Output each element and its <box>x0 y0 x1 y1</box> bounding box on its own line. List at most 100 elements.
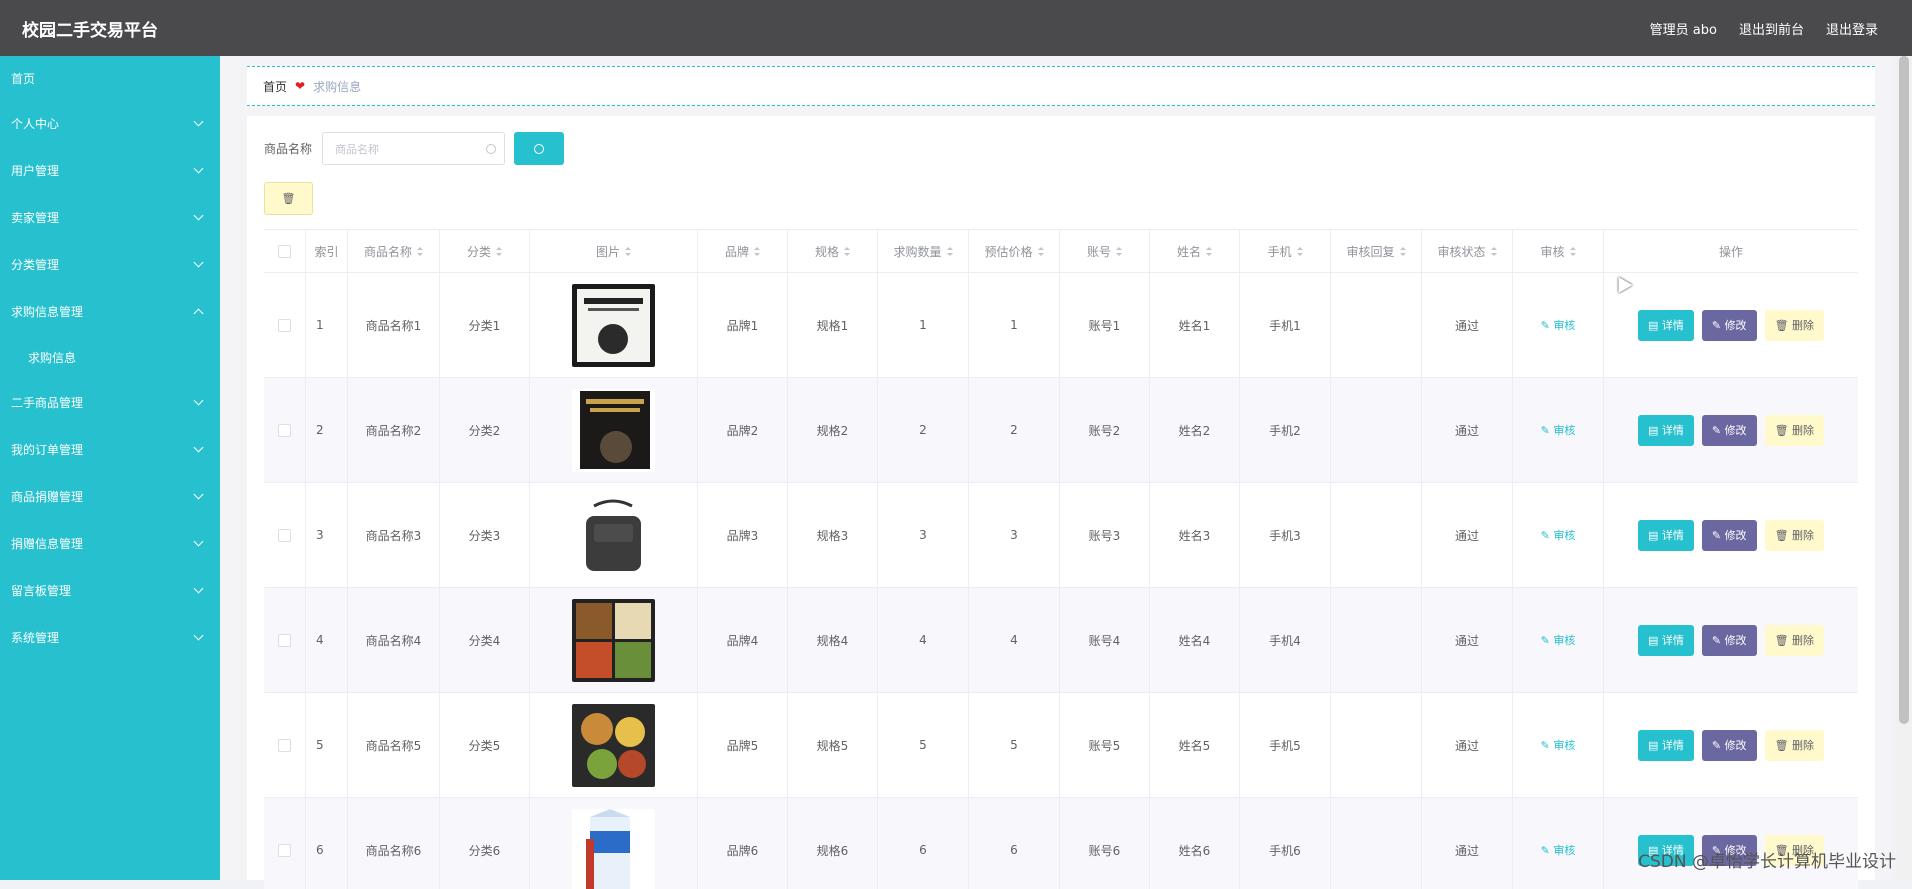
column-header[interactable]: 商品名称 <box>348 230 440 272</box>
column-header[interactable]: 分类 <box>440 230 530 272</box>
cell-phone: 手机3 <box>1240 483 1331 587</box>
delete-button[interactable]: 🗑 删除 <box>1765 625 1824 656</box>
cell-brand: 品牌1 <box>698 273 788 377</box>
sidebar-item-home[interactable]: 首页 <box>0 56 220 100</box>
delete-button[interactable]: 🗑 删除 <box>1765 730 1824 761</box>
sidebar-item-purchase-request-management[interactable]: 求购信息管理 <box>0 288 220 335</box>
cell-reply <box>1331 588 1422 692</box>
cell-status: 通过 <box>1422 378 1513 482</box>
cell-index: 1 <box>306 273 348 377</box>
cell-price: 5 <box>969 693 1060 797</box>
cell-username: 姓名1 <box>1150 273 1240 377</box>
sidebar-item-label: 我的订单管理 <box>11 441 83 458</box>
sidebar-item-personal-center[interactable]: 个人中心 <box>0 100 220 147</box>
column-header[interactable]: 审核状态 <box>1422 230 1513 272</box>
sidebar-item-message-board[interactable]: 留言板管理 <box>0 567 220 614</box>
column-header[interactable]: 账号 <box>1060 230 1150 272</box>
chevron-down-icon <box>194 396 204 406</box>
sidebar-subitem-purchase-request[interactable]: 求购信息 <box>0 335 220 379</box>
column-header[interactable]: 规格 <box>788 230 878 272</box>
product-image[interactable] <box>530 798 698 889</box>
cell-spec: 规格6 <box>788 798 878 889</box>
admin-label: 管理员 abo <box>1650 19 1717 38</box>
row-checkbox[interactable] <box>264 693 306 797</box>
column-header[interactable]: 审核 <box>1513 230 1604 272</box>
sidebar-item-user-management[interactable]: 用户管理 <box>0 147 220 194</box>
sidebar-item-label: 用户管理 <box>11 162 59 179</box>
sort-icon <box>1570 247 1576 256</box>
cell-reply <box>1331 273 1422 377</box>
cell-name: 商品名称3 <box>348 483 440 587</box>
cell-price: 3 <box>969 483 1060 587</box>
sidebar-item-category-management[interactable]: 分类管理 <box>0 241 220 288</box>
column-header[interactable]: 图片 <box>530 230 698 272</box>
detail-button[interactable]: ▤ 详情 <box>1638 310 1694 341</box>
detail-button[interactable]: ▤ 详情 <box>1638 520 1694 551</box>
product-image[interactable] <box>530 273 698 377</box>
edit-button[interactable]: ✎ 修改 <box>1702 310 1757 341</box>
batch-delete-button[interactable]: 🗑 <box>264 182 313 215</box>
edit-button[interactable]: ✎ 修改 <box>1702 730 1757 761</box>
scrollbar-thumb[interactable] <box>1899 56 1909 724</box>
audit-link[interactable]: ✎ 审核 <box>1513 798 1604 889</box>
column-header[interactable]: 手机 <box>1240 230 1331 272</box>
sidebar-item-my-orders[interactable]: 我的订单管理 <box>0 426 220 473</box>
product-image[interactable] <box>530 693 698 797</box>
row-checkbox[interactable] <box>264 378 306 482</box>
detail-button[interactable]: ▤ 详情 <box>1638 415 1694 446</box>
cell-username: 姓名5 <box>1150 693 1240 797</box>
select-all-checkbox[interactable] <box>264 230 306 272</box>
audit-link[interactable]: ✎ 审核 <box>1513 378 1604 482</box>
column-header[interactable]: 求购数量 <box>878 230 969 272</box>
product-image[interactable] <box>530 483 698 587</box>
chevron-down-icon <box>194 258 204 268</box>
document-icon: ▤ <box>1648 424 1662 437</box>
cell-index: 5 <box>306 693 348 797</box>
cell-quantity: 3 <box>878 483 969 587</box>
product-image[interactable] <box>530 588 698 692</box>
row-checkbox[interactable] <box>264 483 306 587</box>
product-image[interactable] <box>530 378 698 482</box>
detail-button[interactable]: ▤ 详情 <box>1638 730 1694 761</box>
cell-username: 姓名6 <box>1150 798 1240 889</box>
breadcrumb-home[interactable]: 首页 <box>263 78 287 95</box>
cell-category: 分类2 <box>440 378 530 482</box>
audit-link[interactable]: ✎ 审核 <box>1513 693 1604 797</box>
cell-status: 通过 <box>1422 798 1513 889</box>
row-checkbox[interactable] <box>264 798 306 889</box>
edit-button[interactable]: ✎ 修改 <box>1702 625 1757 656</box>
delete-button[interactable]: 🗑 删除 <box>1765 310 1824 341</box>
delete-button[interactable]: 🗑 删除 <box>1765 415 1824 446</box>
sidebar-item-goods-donation[interactable]: 商品捐赠管理 <box>0 473 220 520</box>
search-button[interactable] <box>514 132 564 165</box>
detail-button[interactable]: ▤ 详情 <box>1638 625 1694 656</box>
column-header[interactable]: 预估价格 <box>969 230 1060 272</box>
edit-button[interactable]: ✎ 修改 <box>1702 415 1757 446</box>
to-front-link[interactable]: 退出到前台 <box>1739 19 1804 38</box>
cell-category: 分类6 <box>440 798 530 889</box>
audit-link[interactable]: ✎ 审核 <box>1513 273 1604 377</box>
audit-link[interactable]: ✎ 审核 <box>1513 483 1604 587</box>
row-checkbox[interactable] <box>264 273 306 377</box>
cell-price: 1 <box>969 273 1060 377</box>
delete-button[interactable]: 🗑 删除 <box>1765 520 1824 551</box>
cell-account: 账号4 <box>1060 588 1150 692</box>
column-header[interactable]: 品牌 <box>698 230 788 272</box>
edit-icon: ✎ <box>1541 424 1554 437</box>
row-actions: ▤ 详情 ✎ 修改 🗑 删除 <box>1604 483 1858 587</box>
sidebar-item-second-hand-goods[interactable]: 二手商品管理 <box>0 379 220 426</box>
sidebar-item-system-management[interactable]: 系统管理 <box>0 614 220 661</box>
main-content: 首页 ❤ 求购信息 商品名称 商品名称 🗑 索引 商品名称 分类 图片 品牌 规… <box>220 56 1892 880</box>
edit-button[interactable]: ✎ 修改 <box>1702 520 1757 551</box>
search-input[interactable]: 商品名称 <box>322 132 505 165</box>
column-header[interactable]: 审核回复 <box>1331 230 1422 272</box>
column-header[interactable]: 姓名 <box>1150 230 1240 272</box>
sidebar-item-seller-management[interactable]: 卖家管理 <box>0 194 220 241</box>
sidebar-item-donation-info[interactable]: 捐赠信息管理 <box>0 520 220 567</box>
audit-link[interactable]: ✎ 审核 <box>1513 588 1604 692</box>
cell-brand: 品牌2 <box>698 378 788 482</box>
sort-icon <box>417 247 423 256</box>
logout-link[interactable]: 退出登录 <box>1826 19 1878 38</box>
breadcrumb: 首页 ❤ 求购信息 <box>247 66 1875 106</box>
row-checkbox[interactable] <box>264 588 306 692</box>
